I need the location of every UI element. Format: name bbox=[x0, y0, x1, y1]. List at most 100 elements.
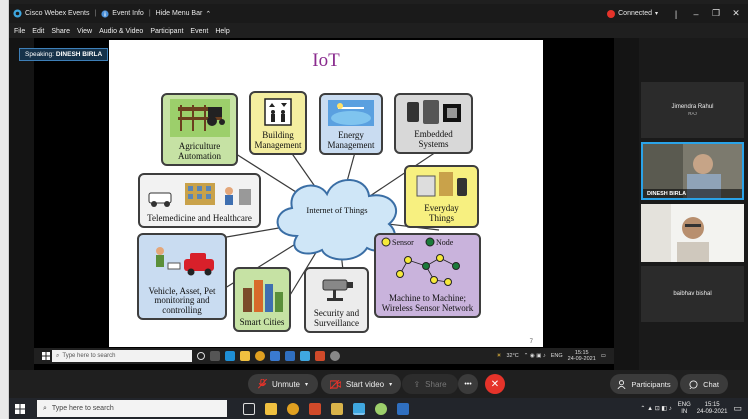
healthcare-icon bbox=[140, 175, 259, 213]
hide-menu-bar-button[interactable]: Hide Menu Bar ⌃ bbox=[152, 10, 216, 18]
powerpoint-icon bbox=[315, 351, 325, 361]
menu-audio-video[interactable]: Audio & Video bbox=[99, 28, 143, 35]
participant-tile[interactable]: Jimendra Rahul RAJ bbox=[641, 82, 744, 138]
vehicle-pet-icon bbox=[139, 235, 225, 286]
box-label: Surveillance bbox=[314, 317, 359, 328]
share-label: Share bbox=[425, 379, 447, 389]
cortana-icon bbox=[197, 352, 205, 360]
settings-icon bbox=[330, 351, 340, 361]
taskbar-date: 24-09-2021 bbox=[696, 408, 728, 415]
menu-view[interactable]: View bbox=[77, 28, 92, 35]
video-off-icon bbox=[329, 379, 341, 389]
start-button[interactable] bbox=[9, 398, 31, 419]
box-label: Management bbox=[327, 139, 375, 150]
webex-logo-icon bbox=[13, 9, 22, 18]
search-icon: ⌕ bbox=[43, 404, 47, 412]
menu-bar: File Edit Share View Audio & Video Parti… bbox=[9, 24, 748, 38]
box-label: Automation bbox=[178, 150, 221, 161]
unmute-button[interactable]: Unmute ▾ bbox=[248, 374, 318, 394]
restore-button[interactable]: ❐ bbox=[710, 8, 722, 19]
notification-icon[interactable]: ▭ bbox=[733, 403, 742, 414]
shared-date: 24-09-2021 bbox=[567, 356, 596, 362]
menu-edit[interactable]: Edit bbox=[32, 28, 44, 35]
store-icon bbox=[270, 351, 280, 361]
camera-icon bbox=[306, 269, 367, 308]
speaking-indicator: Speaking: DINESH BIRLA bbox=[19, 48, 109, 61]
close-button[interactable]: ✕ bbox=[730, 8, 742, 19]
agriculture-automation-box: Agriculture Automation bbox=[161, 93, 238, 166]
powerpoint-icon[interactable] bbox=[309, 402, 321, 415]
microphone-muted-icon bbox=[257, 379, 267, 389]
start-video-button[interactable]: Start video ▾ bbox=[321, 374, 401, 394]
file-explorer-icon[interactable] bbox=[265, 402, 277, 415]
word-icon[interactable] bbox=[397, 402, 409, 415]
menu-file[interactable]: File bbox=[14, 28, 25, 35]
taskbar-lang: ENG bbox=[677, 401, 691, 408]
shared-clock: 15:15 24-09-2021 bbox=[568, 350, 596, 362]
webex-app-icon[interactable] bbox=[353, 402, 365, 415]
connection-status[interactable]: Connected ▾ bbox=[603, 9, 662, 18]
chevron-down-icon: ▾ bbox=[389, 381, 393, 388]
task-view-icon[interactable] bbox=[243, 402, 255, 415]
participant-sub: RAJ bbox=[688, 111, 697, 116]
box-label: Wireless Sensor Network bbox=[381, 302, 474, 313]
security-surveillance-box: Security and Surveillance bbox=[304, 267, 369, 333]
telemedicine-box: Telemedicine and Healthcare bbox=[138, 173, 261, 228]
participants-button[interactable]: Participants bbox=[610, 374, 678, 394]
chevron-down-icon: ▾ bbox=[305, 381, 309, 388]
webex-app-icon bbox=[300, 351, 310, 361]
speaking-prefix: Speaking: bbox=[25, 51, 54, 58]
chrome-icon[interactable] bbox=[287, 402, 299, 415]
chevron-up-icon: ⌃ bbox=[205, 10, 212, 18]
notification-icon: ▭ bbox=[600, 353, 606, 359]
taskbar-clock[interactable]: 15:15 24-09-2021 bbox=[697, 402, 728, 416]
energy-management-box: Energy Management bbox=[319, 93, 383, 155]
explorer-icon[interactable] bbox=[331, 402, 343, 415]
minimize-button[interactable]: – bbox=[690, 9, 702, 19]
participant-tile[interactable] bbox=[641, 204, 744, 262]
shared-temp: 32°C bbox=[506, 353, 519, 359]
webex-window: Cisco Webex Events | Event Info | Hide M… bbox=[9, 0, 748, 398]
menu-icon[interactable]: | bbox=[670, 9, 682, 19]
info-icon bbox=[101, 9, 109, 18]
end-call-button[interactable]: ✕ bbox=[485, 374, 505, 394]
app-name: Cisco Webex Events bbox=[25, 10, 90, 17]
devices-icon bbox=[396, 95, 471, 129]
language-indicator[interactable]: ENG IN bbox=[678, 402, 691, 416]
menu-share[interactable]: Share bbox=[51, 28, 70, 35]
participant-tile[interactable]: baibhav bishal bbox=[641, 266, 744, 322]
event-info-button[interactable]: Event Info bbox=[97, 9, 148, 18]
menu-participant[interactable]: Participant bbox=[150, 28, 183, 35]
chat-icon bbox=[689, 379, 698, 389]
search-icon: ⌕ bbox=[56, 352, 60, 359]
taskbar-region: IN bbox=[681, 408, 688, 415]
box-label: Smart Cities bbox=[239, 316, 285, 327]
chat-button[interactable]: Chat bbox=[680, 374, 728, 394]
chat-label: Chat bbox=[703, 379, 719, 389]
connection-dot-icon bbox=[607, 9, 616, 18]
unmute-label: Unmute bbox=[271, 379, 300, 389]
shared-search-box: ⌕ Type here to search bbox=[52, 350, 192, 362]
connected-label: Connected bbox=[618, 10, 652, 17]
menu-event[interactable]: Event bbox=[190, 28, 208, 35]
participant-tile-active[interactable]: DINESH BIRLA bbox=[641, 142, 744, 200]
taskbar-search-box[interactable]: ⌕ Type here to search bbox=[37, 400, 227, 417]
slide-number: 7 bbox=[529, 339, 533, 345]
start-video-label: Start video bbox=[345, 379, 385, 389]
share-button[interactable]: ⇪ Share bbox=[402, 374, 458, 394]
more-options-button[interactable]: ••• bbox=[458, 374, 478, 394]
vehicle-monitoring-box: Vehicle, Asset, Pet monitoring and control… bbox=[137, 233, 227, 320]
share-icon: ⇪ bbox=[413, 379, 421, 389]
task-view-icon bbox=[210, 351, 220, 361]
menu-help[interactable]: Help bbox=[215, 28, 229, 35]
shared-tray: ☀ 32°C ⌃ ◉ ▣ ♪ ENG 15:15 24-09-2021 ▭ bbox=[497, 348, 606, 364]
system-tray: ⌃ ▲ ⊡ ◧ ♪ ENG IN 15:15 24-09-2021 ▭ bbox=[640, 398, 742, 419]
tray-icons[interactable]: ⌃ ▲ ⊡ ◧ ♪ bbox=[640, 405, 671, 412]
box-label: Things bbox=[428, 212, 454, 223]
app-title: Cisco Webex Events bbox=[9, 9, 93, 18]
chrome-icon bbox=[255, 351, 265, 361]
content-stage: IoT Internet of Things Agriculture Autom… bbox=[9, 38, 639, 370]
tractor-icon bbox=[163, 95, 236, 141]
windows-logo-icon bbox=[15, 403, 25, 414]
paint-icon[interactable] bbox=[375, 402, 387, 415]
